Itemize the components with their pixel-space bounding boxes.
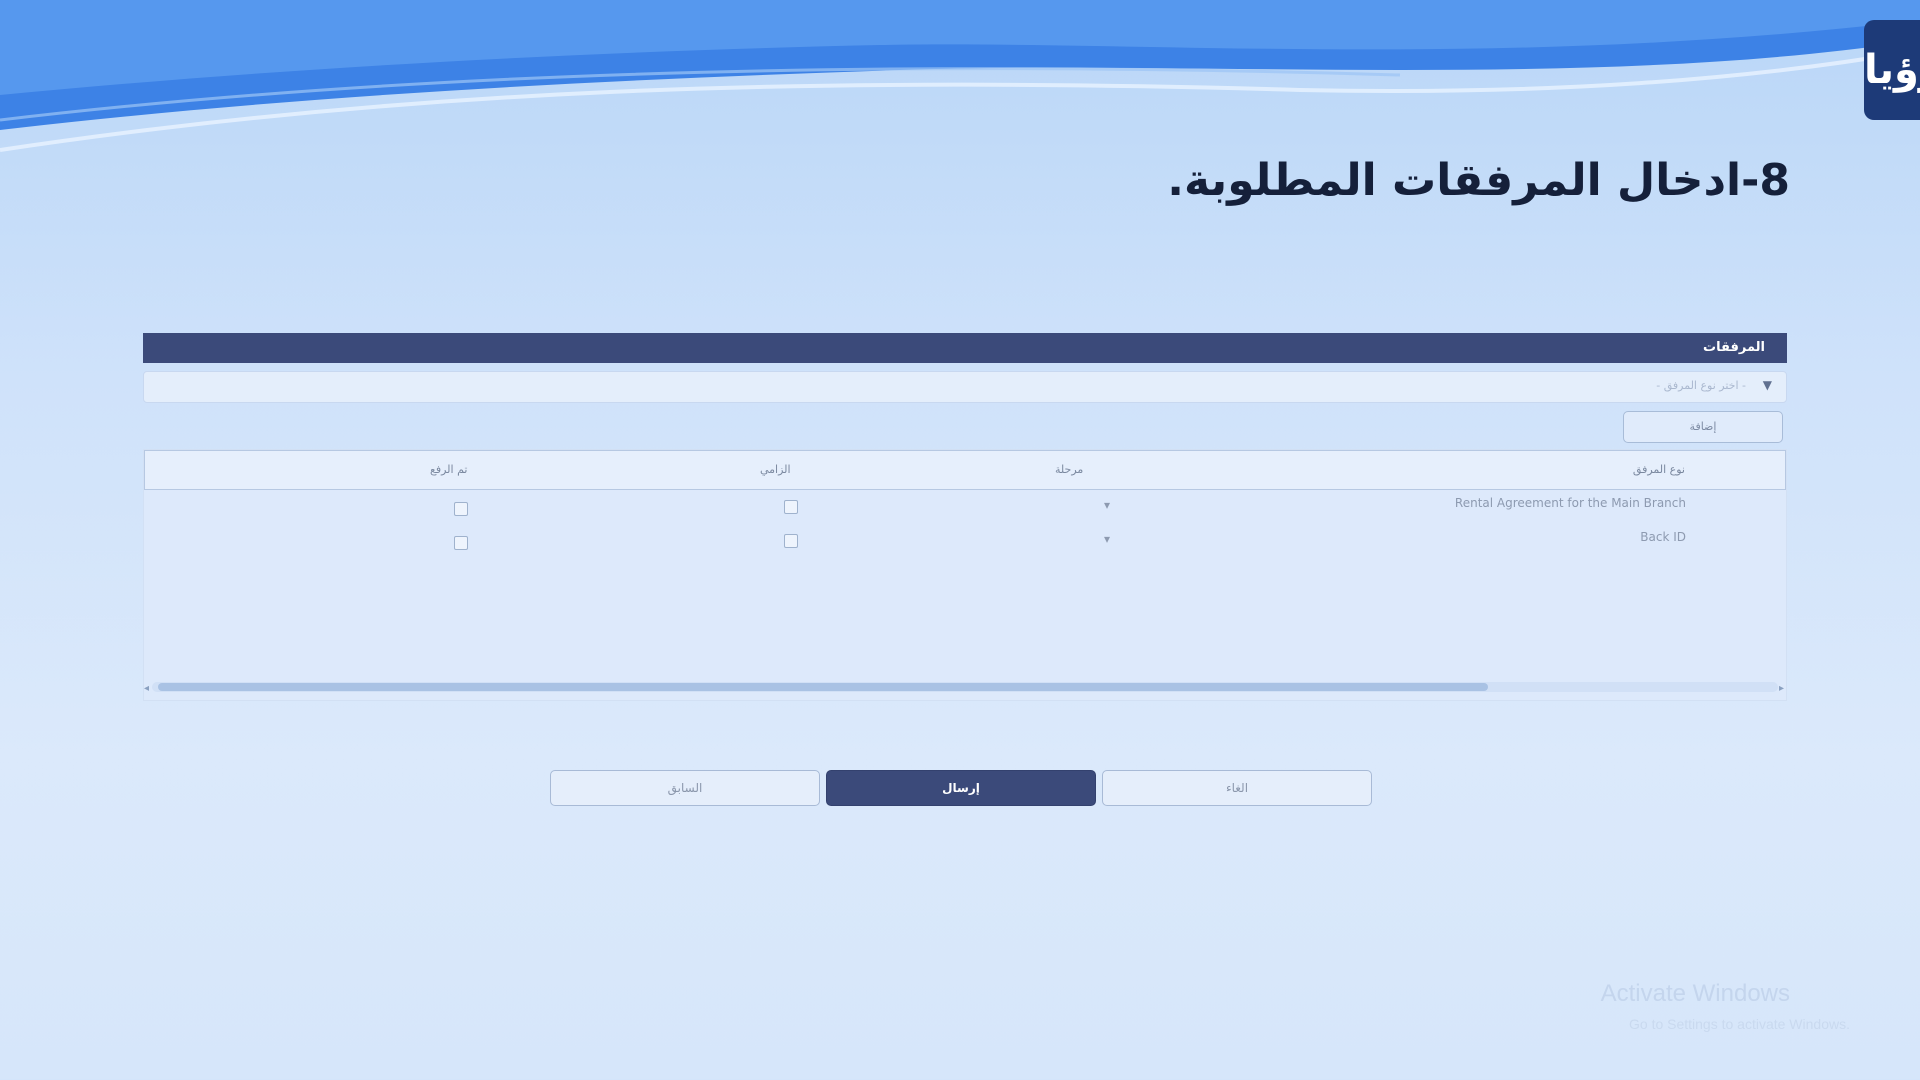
scroll-right-icon[interactable]: ▸ bbox=[1779, 683, 1784, 694]
activate-windows-title: Activate Windows bbox=[1600, 980, 1790, 1007]
scroll-left-icon[interactable]: ◂ bbox=[144, 683, 149, 694]
attachment-name: Rental Agreement for the Main Branch bbox=[1454, 496, 1686, 510]
table-header: نوع المرفق مرحلة الزامي تم الرفع bbox=[144, 450, 1786, 490]
slide-title: 8-ادخال المرفقات المطلوبة. bbox=[1167, 155, 1790, 206]
uploaded-checkbox[interactable] bbox=[454, 536, 468, 550]
required-checkbox[interactable] bbox=[784, 534, 798, 548]
table-row: Rental Agreement for the Main Branch ▾ bbox=[144, 496, 1786, 526]
required-checkbox[interactable] bbox=[784, 500, 798, 514]
channel-logo: رؤيا bbox=[1864, 20, 1920, 120]
add-attachment-button[interactable]: إضافة bbox=[1623, 411, 1783, 443]
column-header-stage: مرحلة bbox=[1055, 463, 1084, 476]
scrollbar-thumb[interactable] bbox=[158, 683, 1488, 691]
add-row: إضافة bbox=[143, 403, 1787, 447]
previous-button[interactable]: السابق bbox=[550, 770, 820, 806]
attachment-name: Back ID bbox=[1640, 530, 1686, 544]
attachment-type-select[interactable]: ▼ - اختر نوع المرفق - bbox=[143, 371, 1787, 403]
table-row: Back ID ▾ bbox=[144, 530, 1786, 560]
uploaded-checkbox[interactable] bbox=[454, 502, 468, 516]
header-wave bbox=[0, 0, 1920, 152]
attachments-panel: المرفقات ▼ - اختر نوع المرفق - إضافة نوع… bbox=[143, 333, 1787, 701]
activate-windows-subtitle: Go to Settings to activate Windows. bbox=[1629, 1016, 1850, 1032]
cancel-button[interactable]: الغاء bbox=[1102, 770, 1372, 806]
submit-button[interactable]: إرسال bbox=[826, 770, 1096, 806]
footer-actions: السابق إرسال الغاء bbox=[550, 770, 1376, 810]
panel-header: المرفقات bbox=[143, 333, 1787, 363]
chevron-down-icon: ▼ bbox=[1762, 378, 1772, 392]
select-placeholder: - اختر نوع المرفق - bbox=[1656, 379, 1746, 392]
column-header-required: الزامي bbox=[760, 463, 791, 476]
attachments-table: نوع المرفق مرحلة الزامي تم الرفع Rental … bbox=[143, 449, 1787, 701]
stage-dropdown[interactable]: ▾ bbox=[1104, 498, 1110, 512]
stage-dropdown[interactable]: ▾ bbox=[1104, 532, 1110, 546]
column-header-uploaded: تم الرفع bbox=[430, 463, 468, 476]
column-header-type: نوع المرفق bbox=[1632, 463, 1685, 476]
